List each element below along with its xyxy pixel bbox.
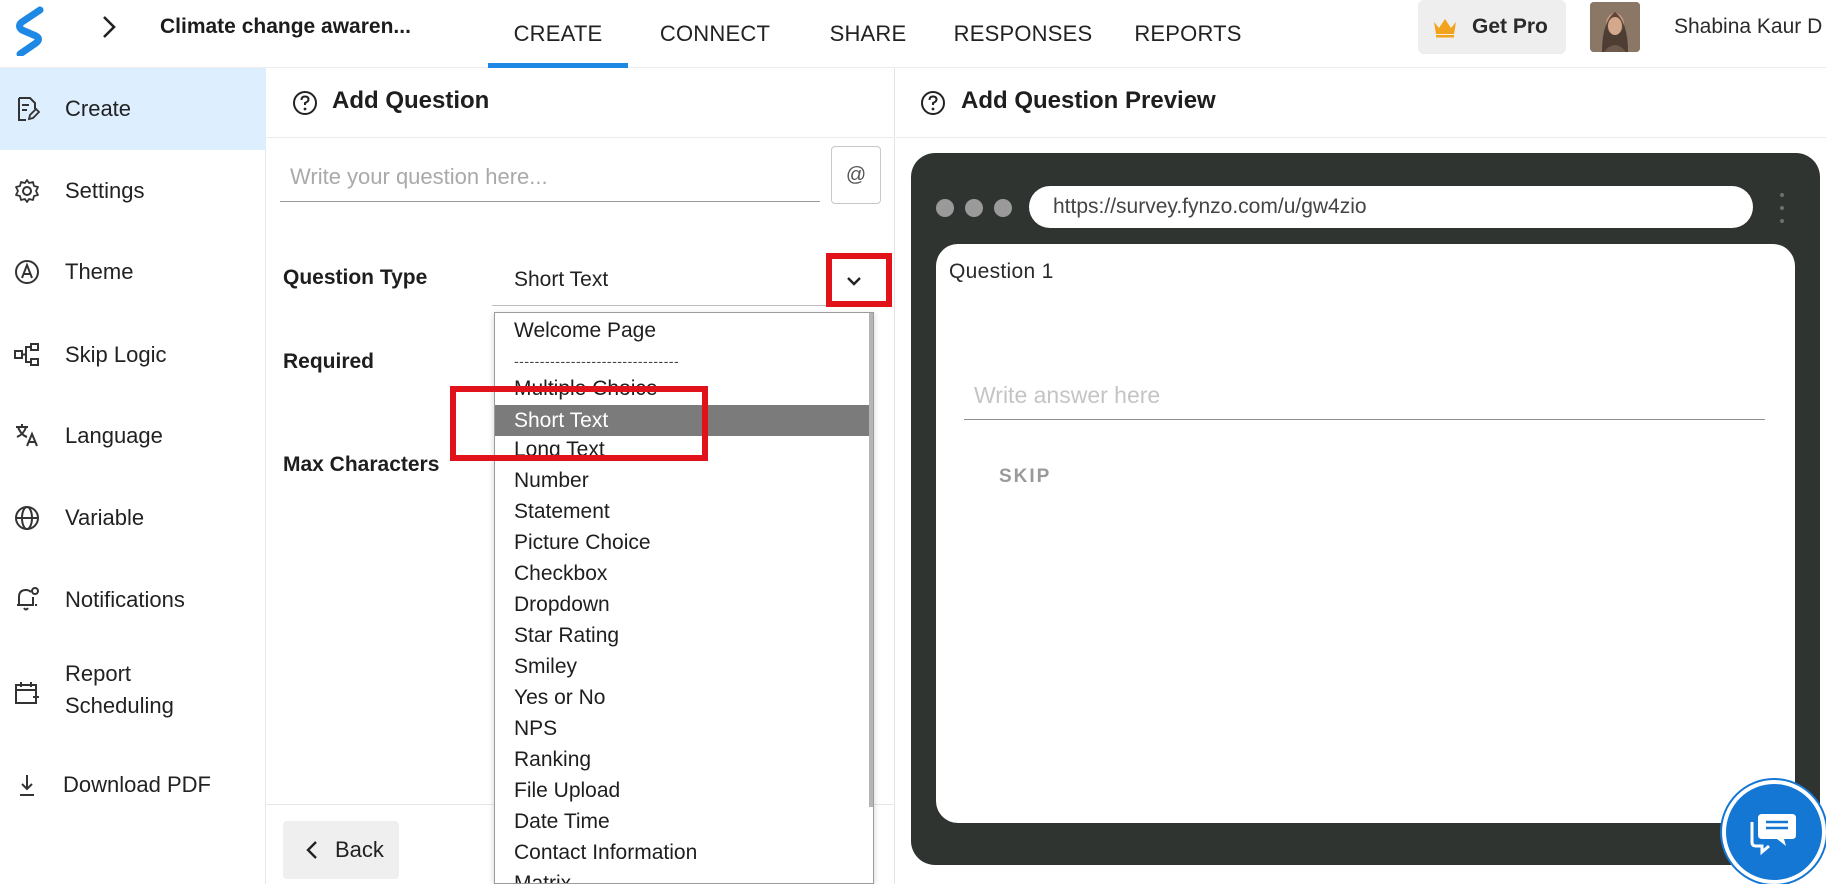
- panel-title: Add Question: [332, 87, 490, 114]
- tab-share[interactable]: SHARE: [802, 0, 934, 68]
- back-label: Back: [335, 837, 384, 862]
- chat-icon: [1750, 814, 1796, 856]
- sidebar-item-report-scheduling[interactable]: Report Scheduling: [0, 642, 266, 744]
- dropdown-scrollbar[interactable]: [869, 313, 873, 807]
- dropdown-option[interactable]: Yes or No: [495, 682, 873, 713]
- preview-screen: Question 1 Write answer here SKIP: [936, 244, 1795, 823]
- chevron-right-icon[interactable]: [96, 14, 122, 40]
- sidebar-item-notifications[interactable]: Notifications: [0, 560, 266, 642]
- sidebar-item-label: Settings: [65, 178, 145, 203]
- gear-icon: [15, 179, 39, 203]
- sidebar-item-settings[interactable]: Settings: [0, 150, 266, 232]
- translate-icon: [16, 424, 38, 447]
- dropdown-option[interactable]: Welcome Page: [495, 315, 873, 346]
- question-type-dropdown[interactable]: Welcome Page ---------------------------…: [494, 312, 874, 884]
- sidebar-item-label: Variable: [65, 505, 145, 530]
- chevron-down-icon: [847, 277, 861, 286]
- download-icon: [20, 775, 34, 796]
- dropdown-option[interactable]: Date Time: [495, 806, 873, 837]
- tab-responses[interactable]: RESPONSES: [934, 0, 1112, 68]
- question-type-label: Question Type: [283, 266, 428, 289]
- dropdown-option[interactable]: Star Rating: [495, 620, 873, 651]
- dropdown-option[interactable]: Smiley: [495, 651, 873, 682]
- question-type-value: Short Text: [514, 268, 609, 291]
- answer-placeholder: Write answer here: [974, 382, 1161, 408]
- question-type-select[interactable]: Short Text: [492, 256, 870, 306]
- dropdown-option[interactable]: Matrix: [495, 868, 873, 883]
- dropdown-option[interactable]: Contact Information: [495, 837, 873, 868]
- mention-button[interactable]: @: [831, 146, 881, 204]
- dropdown-option-selected[interactable]: Short Text: [495, 405, 873, 436]
- chevron-left-icon: [306, 841, 317, 859]
- back-button[interactable]: Back: [283, 821, 399, 879]
- window-dot: [994, 199, 1012, 217]
- top-bar: Climate change awaren... CREATE CONNECT …: [0, 0, 1826, 68]
- dropdown-option[interactable]: File Upload: [495, 775, 873, 806]
- required-label: Required: [283, 350, 375, 373]
- chat-button[interactable]: [1722, 780, 1826, 884]
- help-icon[interactable]: [292, 90, 318, 116]
- bell-icon: [17, 587, 39, 611]
- tab-connect[interactable]: CONNECT: [628, 0, 802, 68]
- sidebar-item-create[interactable]: Create: [0, 68, 266, 150]
- window-dot: [936, 199, 954, 217]
- url-bar: https://survey.fynzo.com/u/gw4zio: [1029, 186, 1753, 228]
- max-characters-label: Max Characters: [283, 453, 440, 476]
- sidebar-item-label: Report Scheduling: [65, 661, 174, 718]
- dropdown-option[interactable]: Dropdown: [495, 589, 873, 620]
- sidebar-item-label: Notifications: [65, 587, 185, 612]
- sidebar-item-label: Create: [65, 96, 132, 121]
- flow-icon: [14, 343, 39, 366]
- calendar-icon: [15, 682, 39, 704]
- app-logo[interactable]: [14, 6, 48, 56]
- kebab-menu-icon: [1780, 193, 1784, 223]
- preview-question-label: Question 1: [949, 260, 1054, 283]
- help-icon[interactable]: [920, 90, 946, 116]
- dropdown-option[interactable]: Multiple Choice: [495, 373, 873, 404]
- sidebar-item-download-pdf[interactable]: Download PDF: [0, 744, 266, 826]
- dropdown-option[interactable]: NPS: [495, 713, 873, 744]
- tab-create[interactable]: CREATE: [488, 0, 628, 68]
- dropdown-option[interactable]: Long Text: [495, 434, 873, 465]
- sidebar-item-label: Theme: [65, 259, 134, 284]
- sidebar-item-language[interactable]: Language: [0, 396, 266, 478]
- sidebar-item-label: Language: [65, 423, 163, 448]
- select-caret[interactable]: [823, 256, 885, 306]
- survey-title[interactable]: Climate change awaren...: [160, 15, 411, 39]
- get-pro-button[interactable]: Get Pro: [1418, 0, 1566, 54]
- preview-header: Add Question Preview: [896, 68, 1826, 138]
- dropdown-option[interactable]: Picture Choice: [495, 527, 873, 558]
- dropdown-option[interactable]: Checkbox: [495, 558, 873, 589]
- main-nav: CREATE CONNECT SHARE RESPONSES REPORTS: [488, 0, 1264, 68]
- question-input[interactable]: [280, 152, 820, 202]
- avatar[interactable]: [1590, 2, 1640, 52]
- user-name[interactable]: Shabina Kaur D: [1674, 15, 1822, 39]
- sidebar-item-label: Download PDF: [63, 772, 211, 797]
- dropdown-option[interactable]: Ranking: [495, 744, 873, 775]
- globe-icon: [15, 506, 39, 530]
- form-edit-icon: [18, 97, 40, 121]
- sidebar-item-variable[interactable]: Variable: [0, 478, 266, 560]
- dropdown-option[interactable]: Number: [495, 465, 873, 496]
- sidebar-item-skip-logic[interactable]: Skip Logic: [0, 314, 266, 396]
- panel-header: Add Question: [266, 68, 895, 138]
- crown-icon: [1434, 19, 1456, 38]
- sidebar-item-label: Skip Logic: [65, 342, 167, 367]
- window-dot: [965, 199, 983, 217]
- palette-icon: [15, 260, 39, 284]
- skip-button[interactable]: SKIP: [999, 466, 1051, 488]
- sidebar-item-theme[interactable]: Theme: [0, 232, 266, 314]
- dropdown-option[interactable]: Statement: [495, 496, 873, 527]
- get-pro-label: Get Pro: [1472, 15, 1548, 38]
- browser-frame: https://survey.fynzo.com/u/gw4zio Questi…: [911, 153, 1820, 865]
- preview-title: Add Question Preview: [961, 87, 1216, 114]
- tab-reports[interactable]: REPORTS: [1112, 0, 1264, 68]
- sidebar: Create Settings Theme Skip Logic Languag…: [0, 68, 266, 884]
- preview-answer-field[interactable]: Write answer here: [964, 372, 1765, 420]
